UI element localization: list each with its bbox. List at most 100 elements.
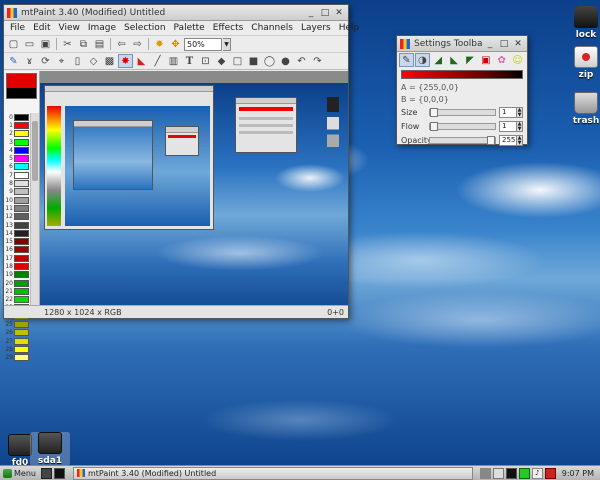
palette-swatch[interactable]: 5 [4, 154, 29, 163]
slider-knob[interactable] [430, 121, 438, 131]
palette-color[interactable] [14, 296, 29, 304]
palette-color[interactable] [14, 188, 29, 196]
cursor-tint-icon[interactable]: ◤ [463, 53, 478, 67]
color-gradient-bar[interactable] [401, 70, 523, 79]
palette-color[interactable] [14, 196, 29, 204]
pencil-icon[interactable]: ✎ [6, 54, 21, 68]
copy-icon[interactable]: ⧉ [76, 37, 91, 51]
palette-color[interactable] [14, 329, 29, 337]
volume-icon[interactable]: ♪ [531, 467, 543, 479]
battery-icon[interactable] [518, 467, 530, 479]
flip-icon[interactable]: ↶ [294, 54, 309, 68]
menu-edit[interactable]: Edit [29, 23, 54, 33]
spray-icon[interactable]: ✸ [118, 54, 133, 68]
palette-color[interactable] [14, 121, 29, 129]
brush-icon[interactable]: ɤ [22, 54, 37, 68]
cut-icon[interactable]: ✂ [60, 37, 75, 51]
canvas-area[interactable] [40, 71, 348, 305]
terminal-icon[interactable] [53, 467, 65, 479]
menu-palette[interactable]: Palette [170, 23, 209, 33]
tray-app-icon[interactable] [479, 467, 491, 479]
palette-swatch[interactable]: 10 [4, 196, 29, 204]
palette-color[interactable] [14, 229, 29, 237]
palette-swatch[interactable]: 12 [4, 213, 29, 221]
open-file-icon[interactable]: ▭ [22, 37, 37, 51]
smudge-icon[interactable]: ⟳ [38, 54, 53, 68]
zoom-input[interactable]: 50% [184, 37, 222, 51]
menu-layers[interactable]: Layers [297, 23, 335, 33]
menu-view[interactable]: View [55, 23, 84, 33]
maximize-button[interactable]: □ [319, 7, 331, 19]
palette-swatch[interactable]: 15 [4, 237, 29, 246]
rectangle-icon[interactable]: □ [230, 54, 245, 68]
new-file-icon[interactable]: ▢ [6, 37, 21, 51]
mask-icon[interactable]: ▣ [478, 53, 493, 67]
palette-swatch[interactable]: 25 [4, 320, 29, 329]
palette-swatch[interactable]: 16 [4, 246, 29, 254]
palette-color[interactable] [14, 163, 29, 171]
desktop-icon-lock[interactable]: lock [566, 6, 600, 40]
palette-color[interactable] [14, 221, 29, 229]
palette-swatch[interactable]: 1 [4, 121, 29, 129]
gradient-icon[interactable]: ▥ [166, 54, 181, 68]
palette-color[interactable] [14, 337, 29, 345]
flow-spinner[interactable]: ▲ ▼ [517, 120, 523, 132]
palette-swatch[interactable]: 26 [4, 329, 29, 337]
palette-swatch[interactable]: 17 [4, 254, 29, 262]
color-wheel-icon[interactable]: ✿ [494, 53, 509, 67]
palette-swatch[interactable]: 29 [4, 354, 29, 362]
palette-swatch[interactable]: 14 [4, 229, 29, 237]
palette-color[interactable] [14, 345, 29, 353]
palette-color[interactable] [14, 287, 29, 295]
palette-color[interactable] [14, 138, 29, 146]
paste-icon[interactable]: ▤ [92, 37, 107, 51]
flow-input[interactable]: 1 [499, 120, 517, 132]
palette-color[interactable] [14, 271, 29, 279]
palette-swatch[interactable]: 21 [4, 287, 29, 295]
palette-swatch[interactable]: 18 [4, 262, 29, 270]
maximize-button[interactable]: □ [498, 38, 510, 50]
size-spinner[interactable]: ▲ ▼ [517, 106, 523, 118]
usb-icon[interactable] [544, 467, 556, 479]
flow-slider[interactable] [429, 121, 496, 131]
continuous-mode-icon[interactable]: ✎ [399, 53, 414, 67]
menu-help[interactable]: Help [335, 23, 364, 33]
palette-color[interactable] [14, 180, 29, 188]
palette-color[interactable] [14, 171, 29, 179]
palette-color[interactable] [14, 146, 29, 154]
palette-color[interactable] [14, 354, 29, 362]
palette-color[interactable] [14, 213, 29, 221]
cpu-monitor-icon[interactable] [505, 467, 517, 479]
taskbar-clock[interactable]: 9:07 PM [562, 469, 600, 478]
ellipse-icon[interactable]: ◯ [262, 54, 277, 68]
pan-icon[interactable]: ✥ [168, 37, 183, 51]
network-icon[interactable] [492, 467, 504, 479]
save-file-icon[interactable]: ▣ [38, 37, 53, 51]
opacity-slider[interactable] [429, 135, 496, 145]
minimize-button[interactable]: _ [484, 38, 496, 50]
palette-swatch[interactable]: 0 [4, 113, 29, 121]
palette-color[interactable] [14, 254, 29, 262]
size-input[interactable]: 1 [499, 106, 517, 118]
palette-swatch[interactable]: 20 [4, 279, 29, 287]
size-slider[interactable] [429, 107, 496, 117]
opacity-spinner[interactable]: ▲ ▼ [517, 134, 523, 146]
line-icon[interactable]: ╱ [150, 54, 165, 68]
brightness-icon[interactable]: ✹ [152, 37, 167, 51]
close-button[interactable]: ✕ [333, 7, 345, 19]
opacity-input[interactable]: 255 [499, 134, 517, 146]
palette-color[interactable] [14, 321, 29, 329]
palette-swatch[interactable]: 8 [4, 179, 29, 188]
minimize-button[interactable]: _ [305, 7, 317, 19]
palette-color[interactable] [14, 279, 29, 287]
palette-swatch[interactable]: 19 [4, 271, 29, 279]
filled-rectangle-icon[interactable]: ■ [246, 54, 261, 68]
palette-color[interactable] [14, 238, 29, 246]
canvas-image[interactable] [40, 83, 348, 305]
taskbar-item-mtpaint[interactable]: mtPaint 3.40 (Modified) Untitled [72, 466, 473, 480]
text-icon[interactable]: T [182, 54, 197, 68]
polygon-select-icon[interactable]: ◆ [214, 54, 229, 68]
tint-plus-icon[interactable]: ◣ [447, 53, 462, 67]
close-button[interactable]: ✕ [512, 38, 524, 50]
chevron-down-icon[interactable]: ▼ [223, 37, 231, 51]
